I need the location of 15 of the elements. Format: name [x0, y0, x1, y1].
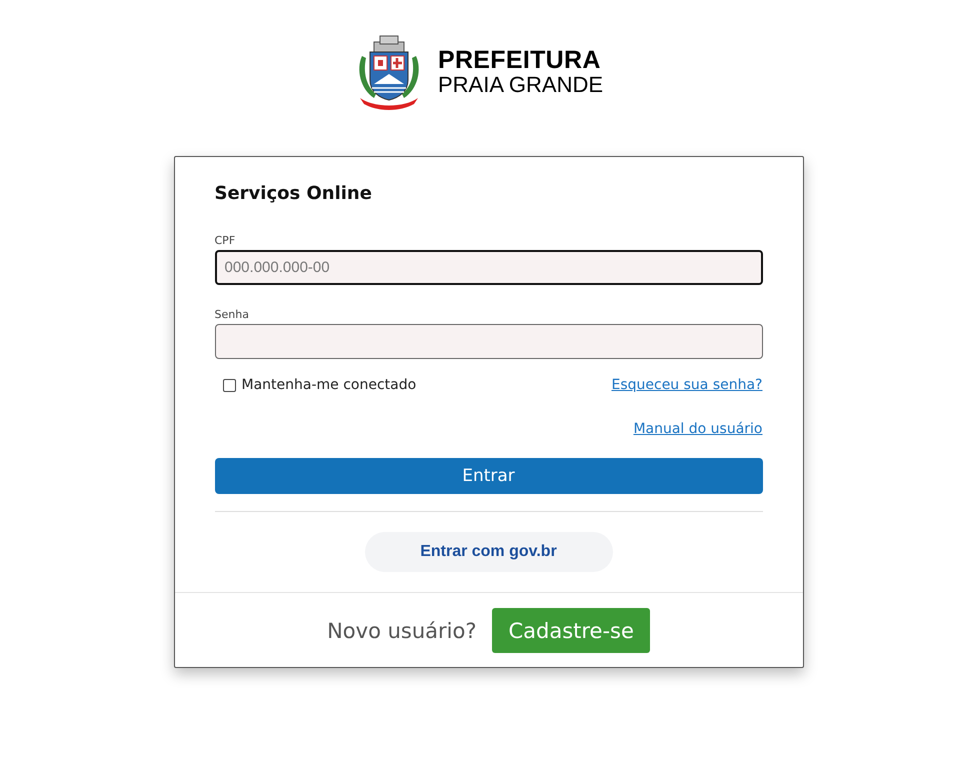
password-field[interactable]: [214, 324, 762, 359]
manual-link[interactable]: Manual do usuário: [633, 421, 762, 437]
field-label: Senha: [214, 308, 250, 321]
field-label: CPF: [214, 234, 236, 247]
forgot-password-link[interactable]: Esqueceu sua senha?: [611, 377, 762, 393]
form-title: Serviços Online: [214, 183, 373, 204]
register-button[interactable]: Cadastre-se: [492, 608, 650, 653]
checkbox-label: Mantenha-me conectado: [242, 377, 416, 393]
checkbox[interactable]: [222, 378, 236, 392]
new-user-prompt: Novo usuário?: [327, 618, 476, 642]
govbr-login-button[interactable]: Entrar com gov.br: [364, 532, 612, 572]
logo-title: PREFEITURA: [438, 48, 602, 73]
cpf-field[interactable]: 000.000.000-00: [214, 250, 762, 285]
logo-subtitle: PRAIA GRANDE: [438, 74, 604, 96]
login-button[interactable]: Entrar: [214, 458, 762, 494]
